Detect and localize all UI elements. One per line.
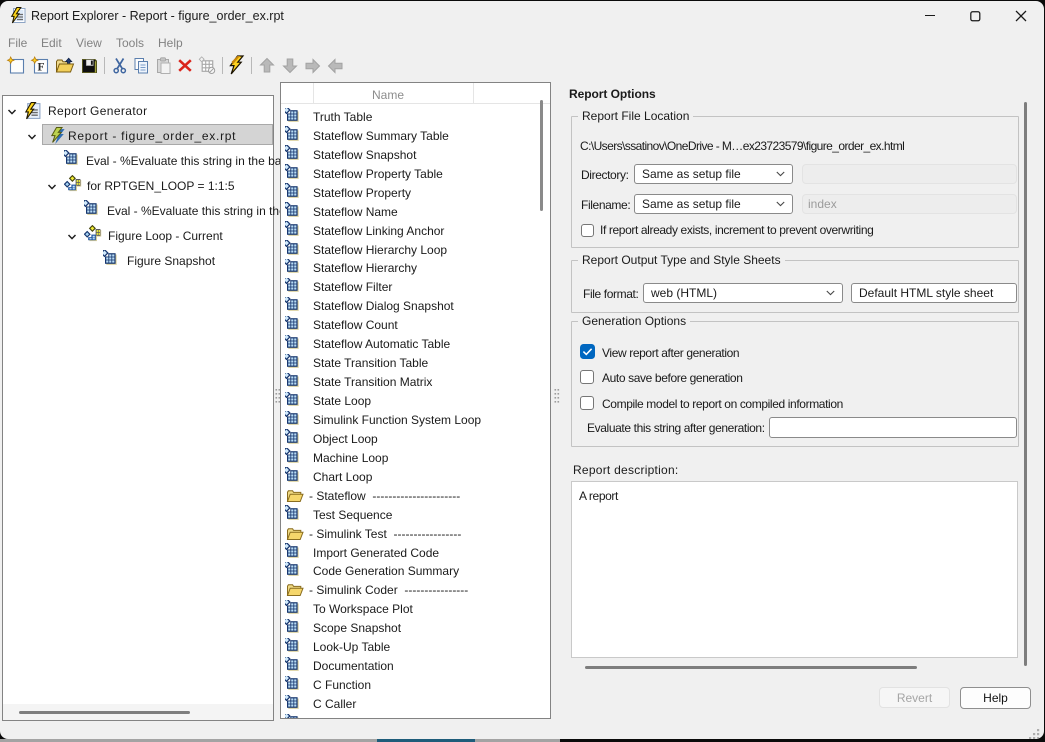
svg-text:F: F: [37, 62, 44, 74]
